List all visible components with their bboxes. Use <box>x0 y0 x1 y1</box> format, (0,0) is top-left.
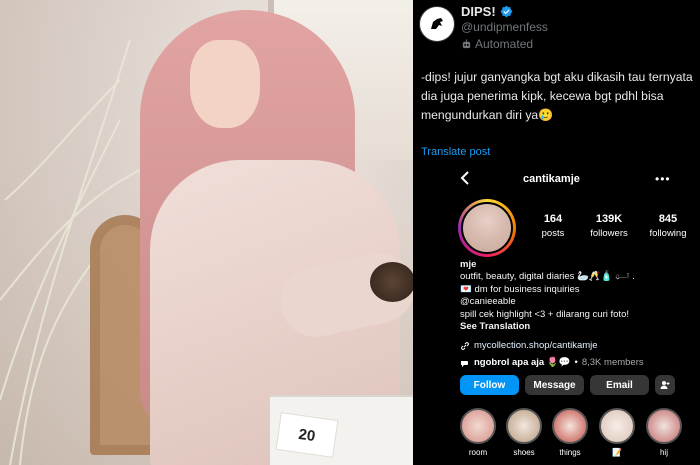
bio-line: outfit, beauty, digital diaries 🦢🥂🧴 𓂟 . <box>460 271 635 283</box>
channel-members: 8,3K members <box>581 357 644 368</box>
avatar[interactable] <box>419 6 455 42</box>
stat-followers[interactable]: 139K followers <box>579 213 639 239</box>
tweet-panel: DIPS! @undipmenfess Automated -dips! juj… <box>413 0 700 465</box>
profile-picture <box>461 202 513 254</box>
bio-line: spill cek highlight <3 + dilarang curi f… <box>460 308 629 320</box>
channel-separator: • <box>574 357 578 368</box>
highlight-item[interactable]: room <box>459 408 497 457</box>
ig-header: cantikamje ••• <box>453 163 700 195</box>
ig-username: cantikamje <box>523 173 580 185</box>
photo-compact <box>370 262 413 302</box>
highlight-label: shoes <box>513 448 535 457</box>
highlight-cover <box>460 408 496 444</box>
message-button[interactable]: Message <box>525 375 584 395</box>
stat-posts[interactable]: 164 posts <box>533 213 573 239</box>
display-name[interactable]: DIPS! <box>461 4 496 19</box>
photo-panel: 20 <box>0 0 413 465</box>
tweet-text: -dips! jujur ganyangka bgt aku dikasih t… <box>421 70 693 122</box>
automated-text: Automated <box>475 37 534 51</box>
automated-label: Automated <box>461 37 533 51</box>
posts-count: 164 <box>543 213 563 225</box>
highlight-cover <box>646 408 682 444</box>
highlight-item[interactable]: hij <box>645 408 683 457</box>
table-number-card: 20 <box>275 412 339 458</box>
bot-icon <box>462 38 471 48</box>
more-options-icon[interactable]: ••• <box>655 172 671 186</box>
following-label: following <box>649 228 687 239</box>
ig-link-text: mycollection.shop/cantikamje <box>474 340 598 351</box>
follow-button[interactable]: Follow <box>460 375 519 395</box>
instagram-screenshot: cantikamje ••• 164 posts 139K followers … <box>453 163 700 465</box>
highlight-label: room <box>468 448 488 457</box>
bio-line: 💌 dm for business inquiries <box>460 283 580 295</box>
following-count: 845 <box>658 213 678 225</box>
stat-following[interactable]: 845 following <box>643 213 693 239</box>
highlight-cover <box>552 408 588 444</box>
ig-bio: mje outfit, beauty, digital diaries 🦢🥂🧴 … <box>460 259 696 333</box>
highlight-label: things <box>559 448 581 457</box>
followers-count: 139K <box>595 213 623 225</box>
highlight-item[interactable]: things <box>551 408 589 457</box>
back-chevron-icon[interactable] <box>459 170 471 186</box>
link-icon <box>461 341 469 350</box>
highlight-cover <box>506 408 542 444</box>
profile-story-ring[interactable] <box>458 199 516 257</box>
highlight-label: 📝 <box>612 448 622 457</box>
ig-link-row[interactable]: mycollection.shop/cantikamje <box>460 340 598 351</box>
highlight-item[interactable]: 📝 <box>598 408 636 457</box>
verified-badge-icon <box>500 5 513 18</box>
email-button[interactable]: Email <box>590 375 649 395</box>
name-row: DIPS! <box>461 4 513 19</box>
posts-label: posts <box>541 228 565 239</box>
photo-face <box>190 40 260 128</box>
horse-logo-icon <box>424 11 450 37</box>
bio-mention[interactable]: @canieeable <box>460 296 696 308</box>
followers-label: followers <box>590 228 628 239</box>
bio-name: mje <box>460 259 477 270</box>
highlight-label: hij <box>659 448 668 457</box>
handle[interactable]: @undipmenfess <box>461 20 548 34</box>
channel-name: ngobrol apa aja 🌷💬 <box>474 357 571 368</box>
add-user-button[interactable] <box>655 375 675 395</box>
translate-post-link[interactable]: Translate post <box>421 146 490 158</box>
broadcast-channel-icon <box>461 360 468 367</box>
highlight-cover <box>599 408 635 444</box>
highlight-item[interactable]: shoes <box>505 408 543 457</box>
see-translation-link[interactable]: See Translation <box>460 321 696 333</box>
ig-channel-row[interactable]: ngobrol apa aja 🌷💬 • 8,3K members <box>460 357 644 368</box>
add-user-icon <box>660 381 670 389</box>
